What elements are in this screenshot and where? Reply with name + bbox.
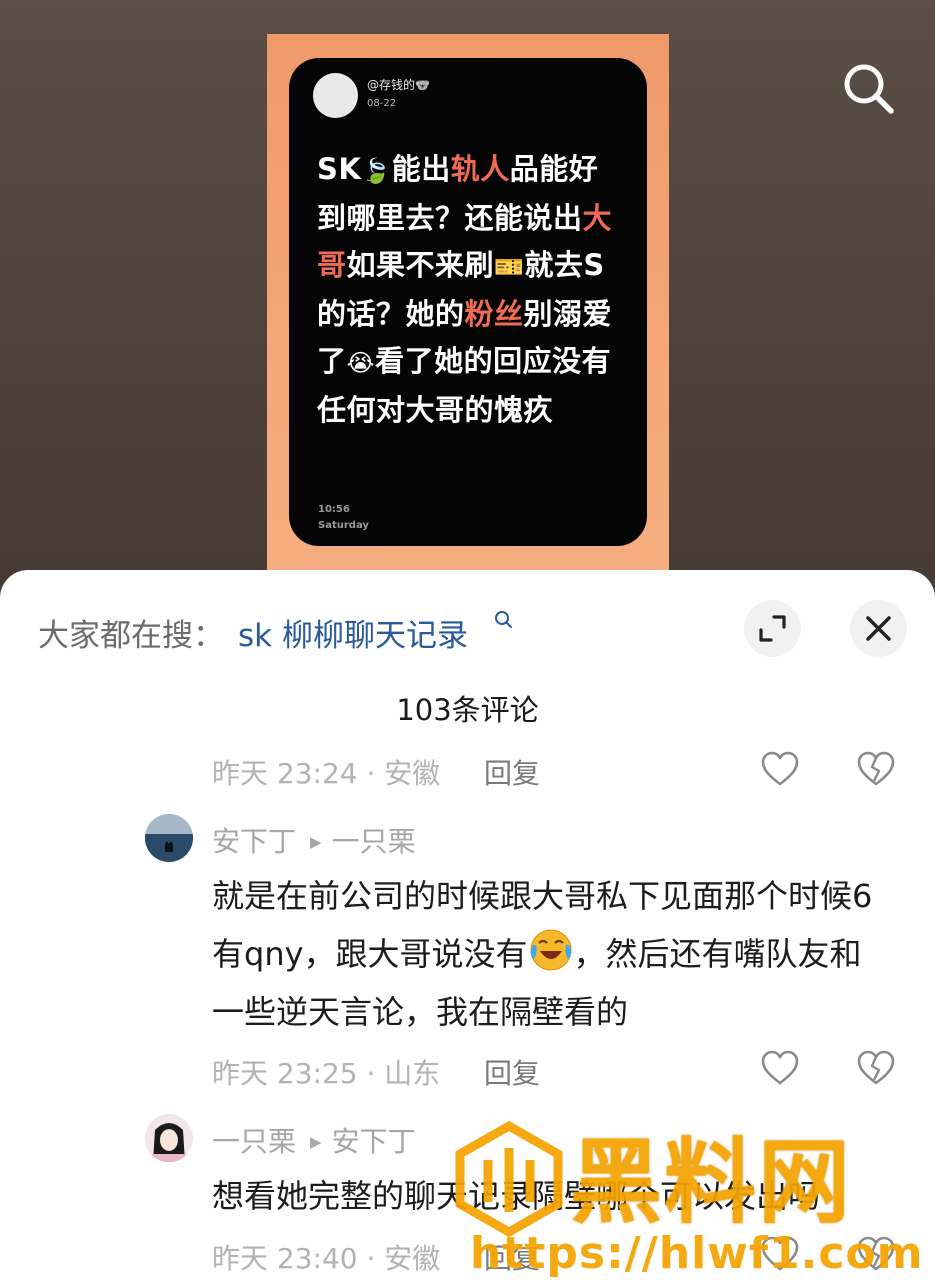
dislike-broken-heart-icon[interactable] [856,1049,896,1089]
post-text-segment: 如果不来刷 [346,248,495,282]
post-text-segment: 能出 [391,152,451,186]
comment-text: 想看她完整的聊天记录隔壁哪个可以发出吗 [212,1177,821,1215]
comment-timestamp: 昨天 23:24 · 安徽 [212,757,441,790]
expand-button[interactable] [744,600,801,657]
post-highlight-text: 轨人 [450,152,510,186]
comment-timestamp: 昨天 23:25 · 山东 [212,1057,441,1090]
search-icon [844,64,894,114]
post-handle: @存钱的🐨 [367,78,430,92]
post-text-segment: SK [317,152,362,186]
like-heart-icon[interactable] [760,1049,800,1089]
trending-search-query[interactable]: sk 柳柳聊天记录 [238,610,468,655]
comments-sheet: 大家都在搜： sk 柳柳聊天记录 103条评论 昨天 23:24 · 安徽 回复 [0,570,935,1280]
comment-text: 就是在前公司的时候跟大哥私下见面那个时候6有qny，跟大哥说没有 ，然后还有嘴队… [212,877,873,1031]
post-day: Saturday [318,520,369,531]
commenter-avatar[interactable] [145,814,193,862]
reply-to-author[interactable]: 一只栗 [332,825,416,858]
like-heart-icon[interactable] [760,750,800,790]
media-viewer[interactable]: @存钱的🐨 08-22 SK🍃能出轨人品能好到哪里去？还能说出大哥如果不来刷🎫就… [0,0,935,600]
avatar-ocean-cat-icon [145,814,193,862]
like-heart-icon[interactable] [760,1235,800,1275]
post-highlight-text: 粉丝 [464,297,524,331]
post-screenshot-card: @存钱的🐨 08-22 SK🍃能出轨人品能好到哪里去？还能说出大哥如果不来刷🎫就… [289,58,647,546]
reply-button[interactable]: 回复 [484,1237,540,1277]
post-emoji: 🍃 [361,157,392,185]
comment-count: 103条评论 [396,693,539,727]
comment-author-line: 一只栗 ▶ 安下丁 [212,1120,416,1160]
reply-arrow-icon: ▶ [310,1133,322,1151]
post-emoji: 🎫 [494,253,525,281]
post-emoji: 😭 [346,349,376,377]
reply-button[interactable]: 回复 [484,1052,540,1092]
expand-icon [759,615,786,642]
post-date: 08-22 [367,98,397,109]
avatar-anime-girl-icon [145,1114,193,1162]
commenter-avatar[interactable] [145,1114,193,1162]
reply-button[interactable]: 回复 [484,752,540,792]
post-body-text: SK🍃能出轨人品能好到哪里去？还能说出大哥如果不来刷🎫就去S的话？她的粉丝别溺爱… [317,146,627,434]
comment-author[interactable]: 一只栗 [212,1125,296,1158]
reply-arrow-icon: ▶ [310,833,322,851]
comment-author-line: 安下丁 ▶ 一只栗 [212,820,416,860]
comment-timestamp: 昨天 23:40 · 安徽 [212,1242,441,1275]
dislike-broken-heart-icon[interactable] [856,1235,896,1275]
post-avatar [313,73,358,118]
close-button[interactable] [850,600,907,657]
laughing-crying-emoji-icon [530,929,572,971]
comment-author[interactable]: 安下丁 [212,825,296,858]
search-button[interactable] [838,58,898,118]
post-time: 10:56 [318,504,350,515]
reply-to-author[interactable]: 安下丁 [332,1125,416,1158]
small-search-icon[interactable] [494,610,514,632]
dislike-broken-heart-icon[interactable] [856,750,896,790]
close-icon [866,616,891,641]
trending-search-prefix: 大家都在搜： [38,618,224,654]
